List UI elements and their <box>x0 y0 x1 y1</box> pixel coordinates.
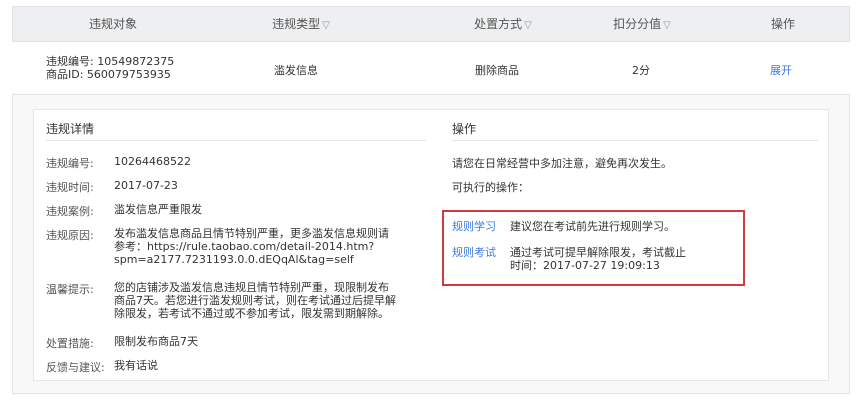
tip-line: 您的店铺涉及滥发信息违规且情节特别严重，现限制发布 <box>114 281 389 294</box>
reason-line: 发布滥发信息商品且情节特别严重，更多滥发信息规则请 <box>114 227 389 240</box>
violation-id-cell: 违规编号: 10549872375 商品ID: 560079753935 <box>46 55 174 81</box>
field-value: 2017-07-23 <box>114 179 178 192</box>
field-label: 处置措施: <box>46 337 94 350</box>
field-label: 违规时间: <box>46 181 94 194</box>
feedback-link[interactable]: 我有话说 <box>114 359 158 372</box>
field-label: 温馨提示: <box>46 283 94 296</box>
field-label: 违规案例: <box>46 205 94 218</box>
exam-desc-line: 通过考试可提早解除限发，考试截止 <box>510 246 686 259</box>
exam-deadline: 时间：2017-07-27 19:09:13 <box>510 259 660 272</box>
field-value: 限制发布商品7天 <box>114 335 198 348</box>
reason-line: 参考：https://rule.taobao.com/detail-2014.h… <box>114 240 375 253</box>
col-header-action[interactable]: 处置方式 ▽ <box>443 7 563 41</box>
col-header-target: 违规对象 <box>57 7 169 41</box>
col-header-type-label: 违规类型 <box>272 17 321 31</box>
rule-exam-link[interactable]: 规则考试 <box>452 246 496 259</box>
reason-line: spm=a2177.7231193.0.0.dEQqAl&tag=self <box>114 253 354 266</box>
col-header-ops: 操作 <box>758 7 808 41</box>
col-header-type[interactable]: 违规类型 ▽ <box>241 7 361 41</box>
col-header-ops-label: 操作 <box>770 17 795 31</box>
detail-card: 违规详情 操作 违规编号: 10264468522 违规时间: 2017-07-… <box>33 109 829 381</box>
col-header-action-label: 处置方式 <box>474 17 523 31</box>
field-label: 违规原因: <box>46 229 94 242</box>
rule-exam-desc: 通过考试可提早解除限发，考试截止 时间：2017-07-27 19:09:13 <box>510 246 686 272</box>
field-value: 发布滥发信息商品且情节特别严重，更多滥发信息规则请 参考：https://rul… <box>114 227 389 266</box>
field-value: 您的店铺涉及滥发信息违规且情节特别严重，现限制发布 商品7天。若您进行滥发规则考… <box>114 281 396 320</box>
available-actions-label: 可执行的操作： <box>452 181 529 194</box>
field-value: 滥发信息严重限发 <box>114 203 202 216</box>
detail-title: 违规详情 <box>46 122 95 136</box>
violation-number: 违规编号: 10549872375 <box>46 55 175 68</box>
action-taken: 删除商品 <box>475 64 519 77</box>
field-label: 违规编号: <box>46 157 94 170</box>
tip-line: 商品7天。若您进行滥发规则考试，则在考试通过后提早解 <box>114 294 396 307</box>
tip-line: 除限发，若考试不通过或不参加考试，限发需到期解除。 <box>114 307 389 320</box>
table-header: 违规对象 违规类型 ▽ 处置方式 ▽ 扣分分值 ▽ 操作 <box>12 6 850 42</box>
field-label: 反馈与建议: <box>46 361 105 374</box>
violation-type: 滥发信息 <box>274 64 318 77</box>
rule-study-desc: 建议您在考试前先进行规则学习。 <box>510 220 675 233</box>
expand-link[interactable]: 展开 <box>770 62 792 78</box>
field-value: 10264468522 <box>114 155 191 168</box>
actions-highlight: 规则学习 建议您在考试前先进行规则学习。 规则考试 通过考试可提早解除限发，考试… <box>442 210 745 286</box>
detail-divider <box>46 140 426 141</box>
table-row: 违规编号: 10549872375 商品ID: 560079753935 滥发信… <box>12 42 850 94</box>
points-deducted: 2分 <box>632 64 650 77</box>
filter-icon[interactable]: ▽ <box>524 20 532 31</box>
operations-notice: 请您在日常经营中多加注意，避免再次发生。 <box>452 157 672 170</box>
filter-icon[interactable]: ▽ <box>322 20 330 31</box>
detail-panel: 违规详情 操作 违规编号: 10264468522 违规时间: 2017-07-… <box>12 94 850 394</box>
col-header-target-label: 违规对象 <box>88 17 137 31</box>
filter-icon[interactable]: ▽ <box>663 20 671 31</box>
col-header-points-label: 扣分分值 <box>613 17 662 31</box>
col-header-points[interactable]: 扣分分值 ▽ <box>583 7 701 41</box>
operations-divider <box>452 140 818 141</box>
product-id: 商品ID: 560079753935 <box>46 68 171 81</box>
operations-title: 操作 <box>452 122 477 136</box>
rule-study-link[interactable]: 规则学习 <box>452 220 496 233</box>
